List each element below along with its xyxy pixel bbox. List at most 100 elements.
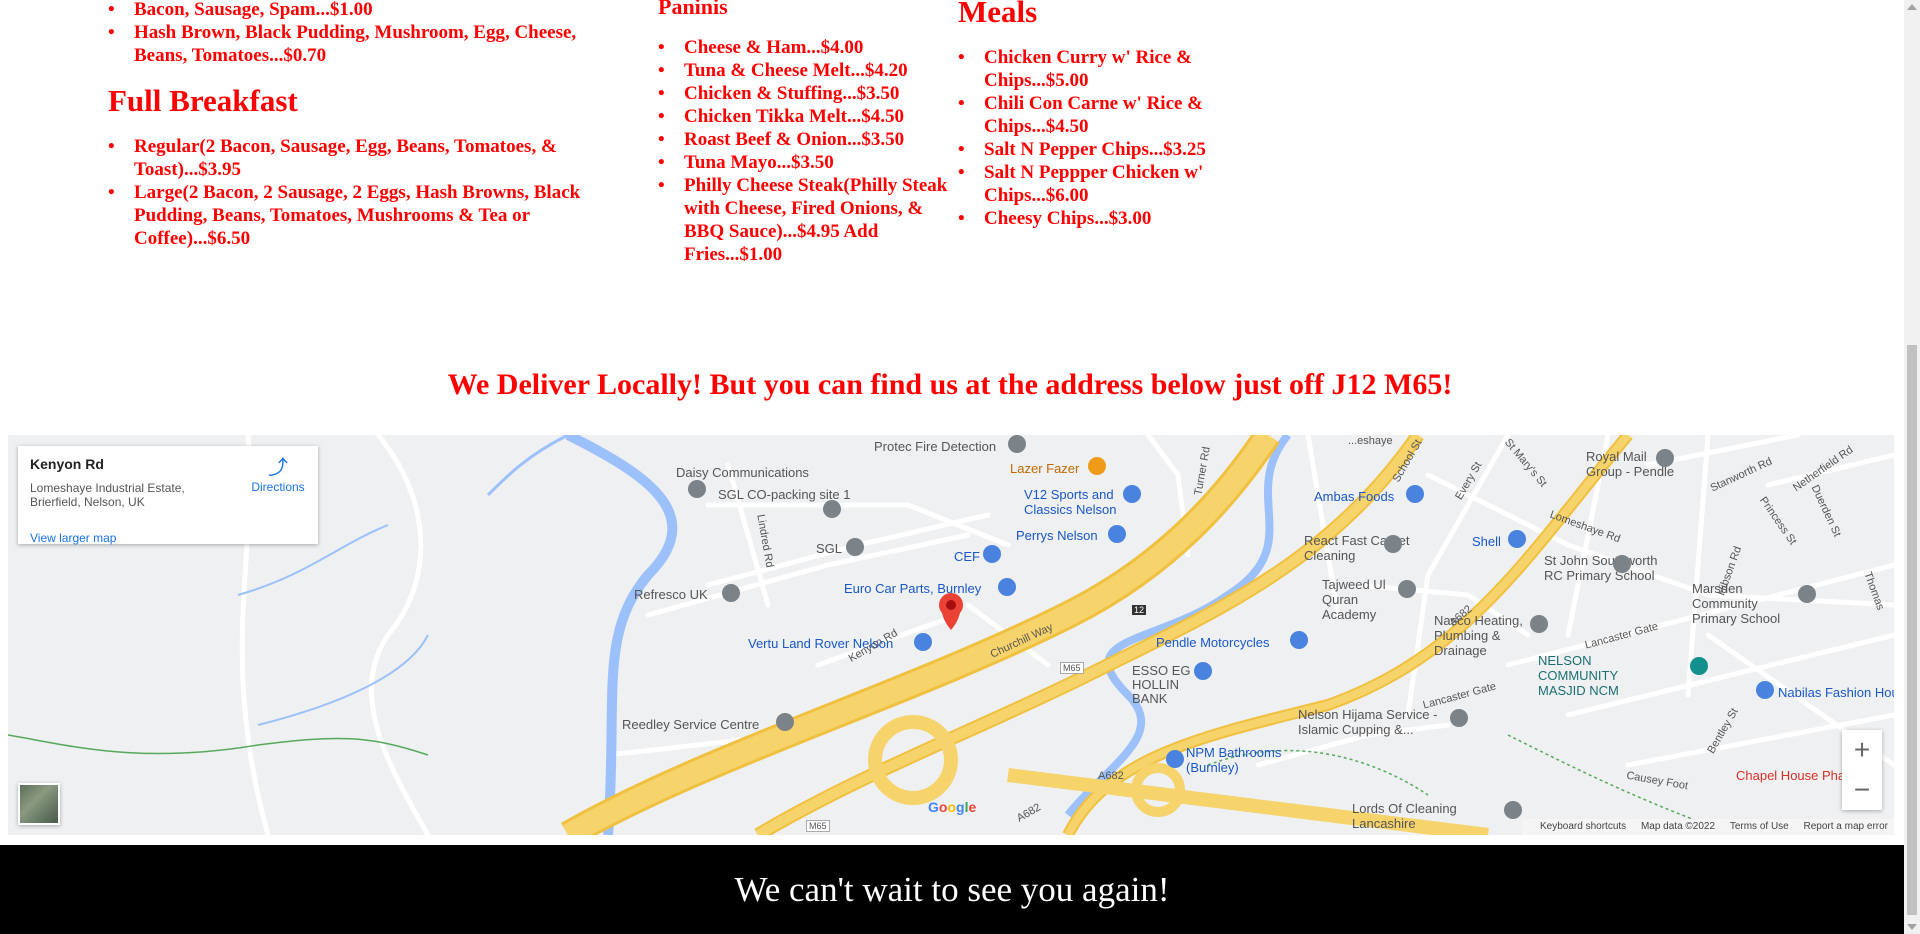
paninis-list: Cheese & Ham...$4.00 Tuna & Cheese Melt.… [658, 36, 948, 266]
embedded-map[interactable]: Protec Fire Detection Daisy Communicatio… [8, 435, 1894, 835]
deliver-locally-heading: We Deliver Locally! But you can find us … [447, 368, 1453, 401]
place-label[interactable]: Nelson Hijama Service - Islamic Cupping … [1298, 707, 1448, 737]
place-pin-icon[interactable] [1530, 615, 1548, 633]
page-scrollbar[interactable] [1904, 0, 1920, 934]
restaurant-pin-icon[interactable] [1088, 457, 1106, 475]
place-label[interactable]: Daisy Communications [676, 465, 809, 480]
shop-pin-icon[interactable] [1756, 681, 1774, 699]
scrollbar-thumb[interactable] [1907, 345, 1917, 915]
list-item: Cheese & Ham...$4.00 [684, 36, 948, 59]
list-item: Tuna Mayo...$3.50 [684, 151, 948, 174]
list-item: Philly Cheese Steak(Philly Steak with Ch… [684, 174, 948, 266]
place-label[interactable]: Pendle Motorcycles [1156, 635, 1269, 650]
road-label: M65 [1060, 662, 1084, 674]
place-pin-icon[interactable] [1504, 801, 1522, 819]
place-label[interactable]: Lazer Fazer [1010, 461, 1079, 476]
meals-list: Chicken Curry w' Rice & Chips...$5.00 Ch… [958, 46, 1238, 230]
list-item: Chicken & Stuffing...$3.50 [684, 82, 948, 105]
shop-pin-icon[interactable] [1123, 485, 1141, 503]
place-label[interactable]: Lords Of Cleaning Lancashire [1352, 801, 1472, 831]
list-item: Bacon, Sausage, Spam...$1.00 [134, 0, 613, 21]
location-marker-icon[interactable] [939, 593, 963, 630]
place-label[interactable]: Euro Car Parts, Burnley [844, 581, 981, 596]
place-label[interactable]: CEF [954, 549, 980, 564]
paninis-heading: Paninis [658, 0, 728, 19]
meals-heading: Meals [958, 0, 1038, 29]
school-pin-icon[interactable] [1613, 555, 1631, 573]
place-label[interactable]: Reedley Service Centre [622, 717, 759, 732]
place-pin-icon[interactable] [1656, 449, 1674, 467]
scroll-down-arrow-icon[interactable] [1907, 924, 1917, 930]
place-pin-icon[interactable] [1398, 580, 1416, 598]
menu-column-paninis: Paninis Cheese & Ham...$4.00 Tuna & Chee… [658, 0, 948, 266]
directions-icon: ⤴ [268, 457, 288, 479]
road-label: 12 [1132, 605, 1147, 615]
list-item: Cheesy Chips...$3.00 [984, 207, 1238, 230]
view-larger-map-link[interactable]: View larger map [30, 531, 116, 545]
place-pin-icon[interactable] [688, 480, 706, 498]
list-item: Chili Con Carne w' Rice & Chips...$4.50 [984, 92, 1238, 138]
place-label[interactable]: NPM Bathrooms (Burnley) [1186, 745, 1296, 775]
shop-pin-icon[interactable] [1290, 631, 1308, 649]
keyboard-shortcuts-link[interactable]: Keyboard shortcuts [1540, 821, 1626, 832]
place-label[interactable]: Ambas Foods [1314, 489, 1394, 504]
terms-link[interactable]: Terms of Use [1730, 821, 1789, 832]
fuel-pin-icon[interactable] [1508, 530, 1526, 548]
place-title: Kenyon Rd [30, 456, 104, 472]
place-pin-icon[interactable] [823, 500, 841, 518]
place-label[interactable]: Perrys Nelson [1016, 528, 1098, 543]
place-label[interactable]: V12 Sports and Classics Nelson [1024, 487, 1124, 517]
mosque-pin-icon[interactable] [1690, 657, 1708, 675]
place-pin-icon[interactable] [846, 538, 864, 556]
zoom-out-button[interactable]: − [1842, 770, 1882, 810]
place-pin-icon[interactable] [776, 713, 794, 731]
menu-column-breakfast: Bacon, Sausage, Spam...$1.00 Hash Brown,… [108, 0, 613, 250]
satellite-layer-toggle[interactable] [18, 783, 60, 825]
list-item: Roast Beef & Onion...$3.50 [684, 128, 948, 151]
place-label[interactable]: Nabilas Fashion Hou [1778, 685, 1894, 700]
map-data-text: Map data ©2022 [1640, 821, 1716, 832]
shop-pin-icon[interactable] [1406, 485, 1424, 503]
list-item: Large(2 Bacon, 2 Sausage, 2 Eggs, Hash B… [134, 181, 613, 250]
place-pin-icon[interactable] [1008, 435, 1026, 453]
place-label[interactable]: Tajweed Ul Quran Academy [1322, 577, 1402, 622]
place-info-card: Kenyon Rd Lomeshaye Industrial Estate, B… [18, 446, 318, 545]
place-label[interactable]: NELSON COMMUNITY MASJID NCM [1538, 653, 1668, 698]
shop-pin-icon[interactable] [1166, 750, 1184, 768]
place-label[interactable]: St John Southworth RC Primary School [1544, 553, 1674, 583]
fuel-pin-icon[interactable] [1194, 662, 1212, 680]
google-logo: Google [928, 799, 977, 815]
place-label[interactable]: Chapel House Pha [1736, 768, 1845, 783]
place-label[interactable]: Protec Fire Detection [874, 439, 996, 454]
map-attribution: Keyboard shortcuts Map data ©2022 Terms … [1522, 819, 1894, 835]
shop-pin-icon[interactable] [998, 578, 1016, 596]
road-label: ...eshaye [1348, 435, 1393, 447]
road-label: M65 [806, 820, 830, 832]
road-label: A682 [1098, 770, 1124, 782]
place-label[interactable]: Refresco UK [634, 587, 708, 602]
directions-label: Directions [251, 480, 305, 494]
report-error-link[interactable]: Report a map error [1804, 821, 1888, 832]
shop-pin-icon[interactable] [1108, 525, 1126, 543]
list-item: Tuna & Cheese Melt...$4.20 [684, 59, 948, 82]
directions-button[interactable]: ⤴ Directions [248, 458, 308, 494]
list-item: Salt N Pepper Chips...$3.25 [984, 138, 1238, 161]
place-label[interactable]: Shell [1472, 534, 1501, 549]
place-pin-icon[interactable] [1450, 709, 1468, 727]
place-address: Lomeshaye Industrial Estate, Brierfield,… [30, 481, 185, 509]
place-pin-icon[interactable] [1384, 535, 1402, 553]
zoom-in-button[interactable]: + [1842, 730, 1882, 770]
list-item: Chicken Tikka Melt...$4.50 [684, 105, 948, 128]
place-pin-icon[interactable] [722, 584, 740, 602]
list-item: Chicken Curry w' Rice & Chips...$5.00 [984, 46, 1238, 92]
full-breakfast-heading: Full Breakfast [108, 83, 298, 118]
place-label[interactable]: Marsden Community Primary School [1692, 581, 1802, 626]
zoom-controls: + − [1842, 730, 1882, 810]
footer-text: We can't wait to see you again! [734, 870, 1170, 909]
school-pin-icon[interactable] [1798, 585, 1816, 603]
shop-pin-icon[interactable] [983, 545, 1001, 563]
breakfast-extras-list: Bacon, Sausage, Spam...$1.00 Hash Brown,… [108, 0, 613, 67]
place-label[interactable]: SGL [816, 541, 842, 556]
shop-pin-icon[interactable] [914, 633, 932, 651]
scroll-up-arrow-icon[interactable] [1907, 4, 1917, 10]
